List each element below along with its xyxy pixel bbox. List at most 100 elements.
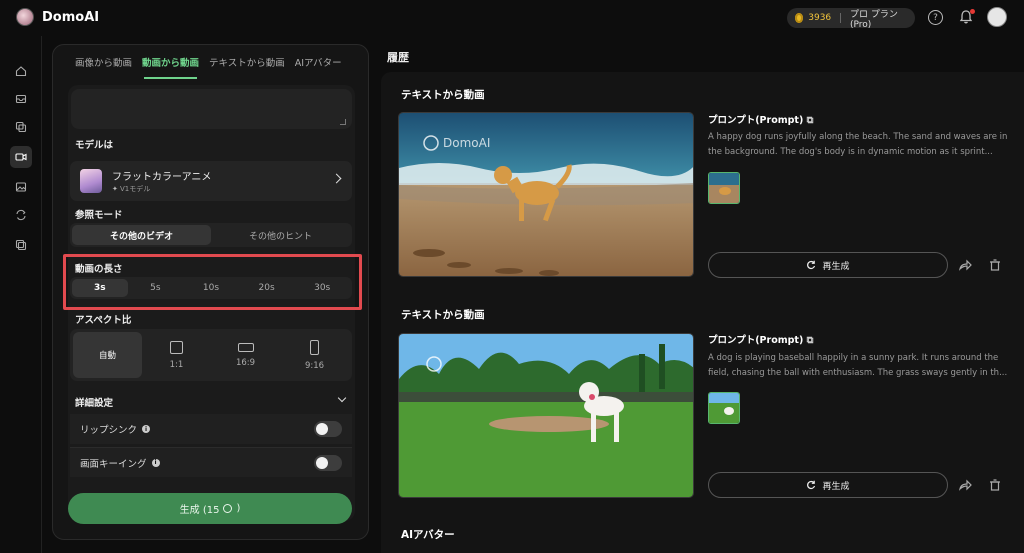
generate-button[interactable]: 生成 (15 ): [68, 493, 352, 524]
tab-video-to-video[interactable]: 動画から動画: [142, 49, 199, 79]
model-thumbnail: [80, 169, 102, 193]
home-icon[interactable]: [10, 60, 32, 82]
prompt-textarea[interactable]: [71, 89, 352, 129]
landscape-icon: [237, 342, 254, 352]
history-item-type: テキストから動画: [401, 309, 485, 321]
generate-label: 生成 (15: [179, 505, 220, 516]
video-preview[interactable]: [398, 333, 694, 498]
source-thumbnail[interactable]: [708, 392, 740, 424]
tab-ai-avatar[interactable]: AIアバター: [295, 49, 342, 75]
ref-option-other-video[interactable]: その他のビデオ: [72, 225, 211, 245]
credit-count: 3936: [808, 13, 832, 23]
refresh-icon: [807, 260, 816, 270]
tab-text-to-video[interactable]: テキストから動画: [209, 49, 285, 75]
aspect-option-9-16[interactable]: 9:16: [280, 332, 349, 378]
screen-keying-label: 画面キーイング: [80, 458, 147, 470]
model-version: V1モデル: [120, 185, 151, 193]
aspect-option-auto[interactable]: 自動: [73, 332, 142, 378]
aspect-option-label: 9:16: [304, 360, 325, 371]
mode-tabs: 画像から動画 動画から動画 テキストから動画 AIアバター: [53, 45, 368, 79]
trash-icon[interactable]: [988, 478, 1002, 492]
portrait-icon: [310, 339, 319, 355]
prompt-label: プロンプト(Prompt) ⧉: [708, 112, 813, 126]
duration-option-3s[interactable]: 3s: [72, 279, 128, 297]
regenerate-button[interactable]: 再生成: [708, 252, 948, 278]
share-icon[interactable]: [958, 258, 972, 272]
avatar[interactable]: [987, 7, 1007, 27]
lip-sync-row: リップシンク i: [70, 414, 352, 444]
duration-option-5s[interactable]: 5s: [128, 279, 184, 297]
aspect-option-label: 16:9: [235, 357, 256, 368]
tab-image-to-video[interactable]: 画像から動画: [75, 49, 132, 75]
source-thumbnail[interactable]: [708, 172, 740, 204]
advanced-settings-header[interactable]: 詳細設定: [75, 393, 351, 409]
plan-label: プロ プラン(Pro): [849, 9, 898, 30]
history-feed: テキストから動画 DomoAI プロンプト(Prompt) ⧉ A happy …: [381, 72, 1024, 553]
park-thumbnail-image: [709, 393, 739, 423]
copy-icon[interactable]: ⧉: [807, 335, 814, 346]
inbox-icon[interactable]: [10, 88, 32, 110]
aspect-ratio-label: アスペクト比: [75, 315, 132, 326]
domoai-logo-icon: [16, 8, 34, 26]
aspect-option-16-9[interactable]: 16:9: [211, 332, 280, 378]
refresh-icon: [807, 480, 816, 490]
beach-dog-video-frame: DomoAI: [399, 113, 693, 276]
settings-form: モデルは フラットカラーアニメ ✦ V1モデル 参照モード その他のビデオ その…: [68, 85, 355, 521]
duration-option-30s[interactable]: 30s: [294, 279, 350, 297]
swap-icon[interactable]: [10, 204, 32, 226]
chevron-right-icon: [331, 173, 342, 184]
chevron-down-icon: [337, 393, 347, 403]
share-icon[interactable]: [958, 478, 972, 492]
info-icon[interactable]: i: [142, 425, 151, 433]
prompt-label: プロンプト(Prompt) ⧉: [708, 332, 813, 346]
duration-option-20s[interactable]: 20s: [239, 279, 295, 297]
trash-icon[interactable]: [988, 258, 1002, 272]
aspect-option-1-1[interactable]: 1:1: [142, 332, 211, 378]
model-section-label: モデルは: [75, 140, 114, 151]
sparkle-icon: ✦: [112, 185, 118, 193]
watermark-text: DomoAI: [443, 136, 490, 150]
video-icon[interactable]: [10, 146, 32, 168]
video-preview[interactable]: DomoAI: [398, 112, 694, 277]
ref-option-other-hint[interactable]: その他のヒント: [211, 225, 350, 245]
next-section-title: AIアバター: [401, 529, 455, 541]
brand[interactable]: DomoAI: [16, 8, 99, 26]
info-icon[interactable]: i: [151, 458, 160, 467]
top-bar: DomoAI 3936 プロ プラン(Pro) ?: [0, 0, 1024, 36]
coin-icon: [795, 13, 804, 23]
credits-plan-badge[interactable]: 3936 プロ プラン(Pro): [787, 8, 915, 30]
icon-rail: [0, 36, 42, 553]
screen-keying-row: 画面キーイング i: [70, 447, 352, 477]
aspect-option-label: 自動: [98, 351, 116, 361]
prompt-label-text: プロンプト(Prompt): [708, 115, 804, 126]
copy-icon[interactable]: ⧉: [807, 115, 814, 126]
beach-thumbnail-image: [709, 173, 739, 203]
prompt-text: A dog is playing baseball happily in a s…: [708, 353, 1008, 378]
layers-icon[interactable]: [10, 234, 32, 256]
duration-option-10s[interactable]: 10s: [183, 279, 239, 297]
model-name: フラットカラーアニメ: [112, 172, 212, 183]
regenerate-label: 再生成: [822, 261, 850, 272]
screen-keying-toggle[interactable]: [314, 455, 342, 471]
model-selector[interactable]: フラットカラーアニメ ✦ V1モデル: [70, 161, 352, 201]
resize-grip-icon[interactable]: [340, 119, 346, 125]
aspect-option-label: 1:1: [169, 359, 184, 370]
image-icon[interactable]: [10, 176, 32, 198]
copy-icon[interactable]: [10, 116, 32, 138]
advanced-settings-label: 詳細設定: [75, 398, 114, 409]
aspect-ratio-selector: 自動 1:1 16:9 9:16: [70, 329, 352, 381]
reference-mode-selector: その他のビデオ その他のヒント: [70, 223, 352, 247]
history-item-type: テキストから動画: [401, 89, 485, 101]
regenerate-button[interactable]: 再生成: [708, 472, 948, 498]
reference-mode-label: 参照モード: [75, 210, 123, 221]
settings-panel: 画像から動画 動画から動画 テキストから動画 AIアバター モデルは フラットカ…: [52, 44, 369, 540]
lip-sync-toggle[interactable]: [314, 421, 342, 437]
baseball-dog-video-frame: [399, 334, 693, 497]
regenerate-label: 再生成: [822, 481, 850, 492]
lip-sync-label: リップシンク: [80, 425, 138, 436]
prompt-text: A happy dog runs joyfully along the beac…: [708, 132, 1008, 157]
prompt-label-text: プロンプト(Prompt): [708, 335, 804, 346]
divider: [840, 13, 841, 23]
coin-icon: [223, 504, 233, 513]
help-icon[interactable]: ?: [928, 10, 943, 25]
